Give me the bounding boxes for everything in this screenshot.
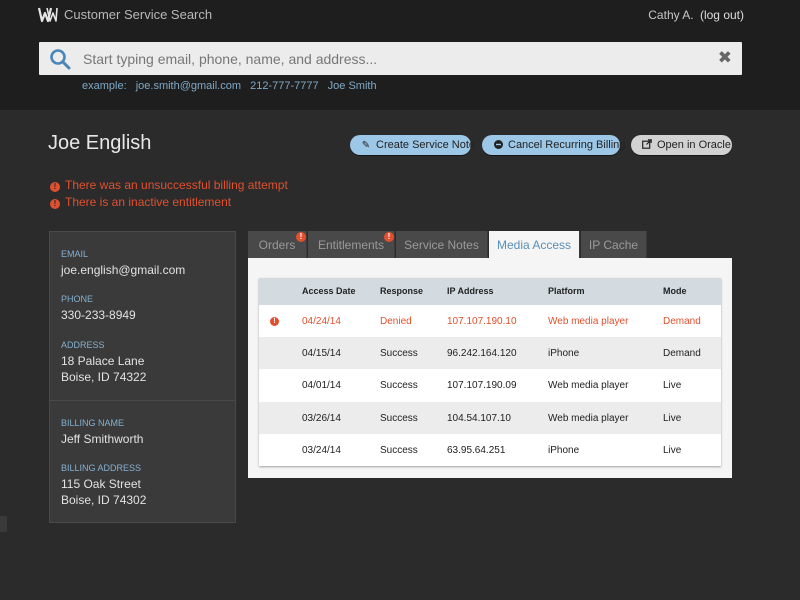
table-header: Access Date Response IP Address Platform…	[259, 278, 721, 305]
cell-platform: iPhone	[548, 445, 580, 456]
alert-badge-icon: !	[296, 232, 306, 242]
create-service-note-label: Create Service Note	[376, 139, 476, 151]
col-platform[interactable]: Platform	[548, 286, 585, 296]
tab-media-access-label: Media Access	[496, 238, 572, 252]
alert-billing: ! There was an unsuccessful billing attem…	[50, 178, 288, 195]
cell-response: Denied	[380, 316, 412, 327]
alert-billing-text: There was an unsuccessful billing attemp…	[65, 178, 288, 192]
cell-response: Success	[380, 380, 418, 391]
billing-address-line2: Boise, ID 74302	[61, 493, 147, 507]
external-link-icon	[641, 136, 653, 156]
cell-ip: 63.95.64.251	[447, 445, 506, 456]
col-response[interactable]: Response	[380, 286, 423, 296]
search-icon	[50, 49, 71, 70]
alert-badge-icon: !	[384, 232, 394, 242]
example-name-link[interactable]: Joe Smith	[328, 80, 377, 92]
cell-platform: Web media player	[548, 316, 629, 327]
cell-platform: iPhone	[548, 348, 580, 359]
side-handle[interactable]	[0, 516, 7, 532]
email-value: joe.english@gmail.com	[61, 263, 186, 277]
search-input[interactable]	[83, 42, 703, 75]
tab-ip-cache-label: IP Cache	[588, 238, 639, 252]
billing-address-label: Billing Address	[61, 463, 142, 473]
media-access-table: Access Date Response IP Address Platform…	[259, 278, 721, 466]
close-icon[interactable]: ✖	[718, 49, 732, 67]
address-line1: 18 Palace Lane	[61, 354, 145, 368]
cell-platform: Web media player	[548, 413, 629, 424]
billing-name-value: Jeff Smithworth	[61, 432, 144, 446]
examples-label: example:	[82, 80, 127, 92]
col-ip-address[interactable]: IP Address	[447, 286, 494, 296]
table-row[interactable]: ! 04/24/14 Denied 107.107.190.10 Web med…	[259, 305, 721, 337]
table-row[interactable]: 03/24/14 Success 63.95.64.251 iPhone Liv…	[259, 434, 721, 466]
cancel-billing-label: Cancel Recurring Billing	[508, 139, 626, 151]
wwe-logo[interactable]	[38, 6, 58, 24]
cell-ip: 107.107.190.10	[447, 316, 517, 327]
media-access-panel: Access Date Response IP Address Platform…	[248, 258, 732, 478]
create-service-note-button[interactable]: ✎ Create Service Note	[350, 135, 475, 155]
cell-mode: Demand	[663, 348, 701, 359]
cell-ip: 96.242.164.120	[447, 348, 517, 359]
cell-date: 03/24/14	[302, 445, 341, 456]
table-row[interactable]: 04/15/14 Success 96.242.164.120 iPhone D…	[259, 337, 721, 369]
error-icon: !	[270, 317, 279, 326]
user-menu: Cathy A. (log out)	[648, 8, 744, 22]
alert-entitlement-text: There is an inactive entitlement	[65, 195, 232, 209]
tab-service-notes-label: Service Notes	[404, 238, 479, 252]
cell-mode: Live	[663, 380, 682, 391]
search-bar: ✖	[39, 42, 742, 75]
phone-label: Phone	[61, 294, 94, 304]
cancel-billing-button[interactable]: Cancel Recurring Billing	[482, 135, 625, 156]
address-label: Address	[61, 340, 105, 350]
cell-mode: Live	[663, 413, 682, 424]
table-row[interactable]: 04/01/14 Success 107.107.190.09 Web medi…	[259, 369, 721, 401]
example-phone-link[interactable]: 212-777-7777	[250, 80, 319, 92]
contact-info-panel: Email joe.english@gmail.com Phone 330-23…	[49, 231, 236, 401]
cell-date: 04/01/14	[302, 380, 341, 391]
customer-name: Joe English	[48, 132, 152, 154]
cell-date: 03/26/14	[302, 413, 341, 424]
billing-address-line1: 115 Oak Street	[61, 477, 141, 491]
cell-ip: 107.107.190.09	[447, 380, 517, 391]
tab-orders[interactable]: Orders !	[248, 231, 307, 259]
pencil-icon: ✎	[361, 140, 371, 151]
cell-ip: 104.54.107.10	[447, 413, 511, 424]
cell-date: 04/24/14	[302, 316, 341, 327]
phone-value: 330-233-8949	[61, 308, 136, 322]
tab-service-notes[interactable]: Service Notes	[396, 231, 488, 259]
open-in-oracle-button[interactable]: Open in Oracle	[631, 135, 732, 155]
cell-response: Success	[380, 413, 418, 424]
address-line2: Boise, ID 74322	[61, 370, 147, 384]
tab-ip-cache[interactable]: IP Cache	[581, 231, 647, 259]
alert-icon: !	[50, 182, 60, 192]
col-mode[interactable]: Mode	[663, 286, 687, 296]
example-email-link[interactable]: joe.smith@gmail.com	[136, 80, 241, 92]
tab-entitlements[interactable]: Entitlements !	[308, 231, 395, 259]
cell-mode: Live	[663, 445, 682, 456]
cell-mode: Demand	[663, 316, 701, 327]
table-row[interactable]: 03/26/14 Success 104.54.107.10 Web media…	[259, 402, 721, 434]
cell-response: Success	[380, 445, 418, 456]
alert-entitlement: ! There is an inactive entitlement	[50, 195, 288, 212]
tab-entitlements-label: Entitlements	[317, 238, 385, 252]
top-bar: Customer Service Search Cathy A. (log ou…	[0, 0, 800, 110]
search-examples: example: joe.smith@gmail.com 212-777-777…	[82, 80, 383, 92]
minus-circle-icon	[492, 136, 504, 156]
app-title: Customer Service Search	[64, 7, 213, 22]
cell-response: Success	[380, 348, 418, 359]
email-label: Email	[61, 249, 89, 259]
col-access-date[interactable]: Access Date	[302, 286, 356, 296]
tab-orders-label: Orders	[258, 238, 296, 252]
customer-alerts: ! There was an unsuccessful billing attem…	[50, 178, 288, 212]
cell-platform: Web media player	[548, 380, 629, 391]
tab-media-access[interactable]: Media Access	[489, 231, 580, 259]
cell-date: 04/15/14	[302, 348, 341, 359]
billing-name-label: Billing Name	[61, 418, 125, 428]
billing-info-panel: Billing Name Jeff Smithworth Billing Add…	[49, 400, 236, 523]
logout-link[interactable]: (log out)	[700, 8, 744, 22]
alert-icon: !	[50, 199, 60, 209]
open-in-oracle-label: Open in Oracle	[657, 139, 731, 151]
user-name: Cathy A.	[648, 8, 694, 22]
